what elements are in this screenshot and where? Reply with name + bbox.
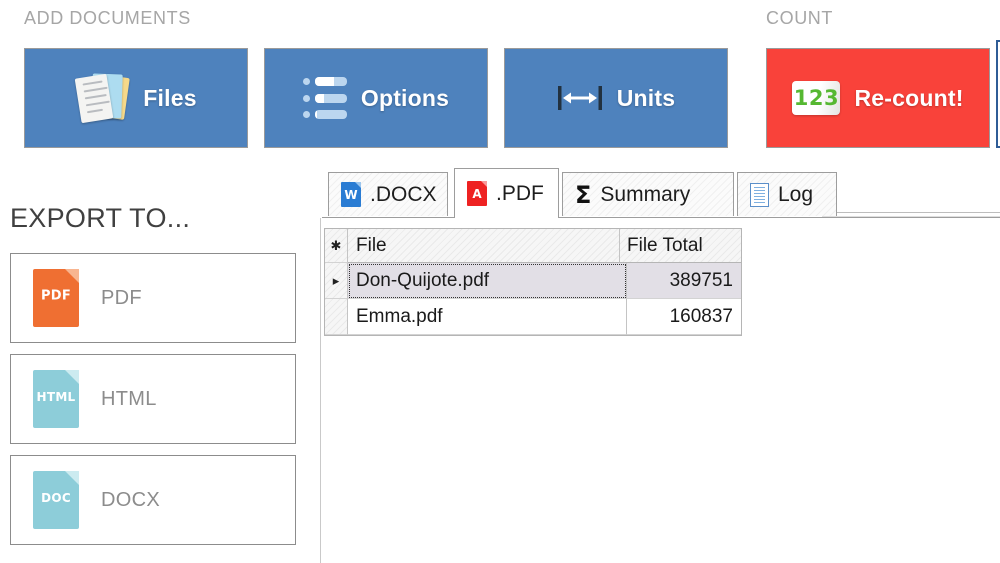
re-count-button[interactable]: 123 Re-count! — [766, 48, 990, 148]
word-document-icon: W — [341, 182, 361, 207]
sidebar-divider — [320, 218, 321, 563]
pdf-file-icon-tag: PDF — [40, 288, 72, 304]
add-documents-caption: ADD DOCUMENTS — [24, 8, 191, 28]
table-row[interactable]: Emma.pdf 160837 — [325, 299, 741, 335]
pdf-results-grid[interactable]: ✱ File File Total ▸ Don-Quijote.pdf 3897… — [324, 228, 742, 336]
tab-summary[interactable]: Σ Summary — [562, 172, 734, 216]
stacked-files-icon — [74, 69, 131, 127]
grid-column-header-file[interactable]: File — [348, 229, 620, 263]
docx-file-icon: DOC — [33, 471, 79, 529]
docx-file-icon-tag: DOC — [41, 490, 71, 505]
123-icon: 123 — [792, 81, 841, 115]
tab-docx-label: .DOCX — [370, 182, 437, 206]
tab-pdf[interactable]: A .PDF — [454, 168, 559, 218]
grid-current-row-marker: ▸ — [325, 263, 348, 299]
results-tabstrip: W .DOCX A .PDF Σ Summary Log — [322, 168, 1000, 218]
re-count-button-label: Re-count! — [854, 84, 964, 111]
grid-cell-file[interactable]: Don-Quijote.pdf — [348, 263, 627, 299]
tab-docx[interactable]: W .DOCX — [328, 172, 448, 216]
tab-log[interactable]: Log — [737, 172, 837, 216]
pdf-document-icon: A — [467, 181, 487, 206]
export-docx-button[interactable]: DOC DOCX — [10, 455, 296, 545]
count-caption: COUNT — [766, 8, 833, 28]
grid-cell-file[interactable]: Emma.pdf — [348, 299, 627, 335]
export-pdf-label: PDF — [101, 286, 142, 309]
grid-header-row: ✱ File File Total — [325, 229, 741, 263]
table-row[interactable]: ▸ Don-Quijote.pdf 389751 — [325, 263, 741, 299]
grid-cell-file-total[interactable]: 389751 — [627, 263, 741, 299]
bullet-list-icon — [302, 77, 347, 119]
options-button-label: Options — [360, 84, 450, 111]
tab-body-top-border — [322, 217, 1000, 218]
export-to-title: EXPORT TO... — [10, 203, 191, 233]
grid-new-row-marker: ✱ — [325, 229, 348, 263]
export-docx-label: DOCX — [101, 488, 160, 511]
tab-summary-label: Summary — [600, 182, 691, 206]
horizontal-arrows-icon — [557, 83, 603, 113]
grid-cell-file-total[interactable]: 160837 — [627, 299, 741, 335]
offscreen-ribbon-button[interactable] — [996, 40, 1000, 148]
html-file-icon-tag: HTML — [36, 389, 76, 404]
grid-row-marker — [325, 299, 348, 335]
units-button[interactable]: Units — [504, 48, 728, 148]
units-button-label: Units — [616, 84, 676, 111]
files-button-label: Files — [143, 84, 197, 111]
files-button[interactable]: Files — [24, 48, 248, 148]
options-button[interactable]: Options — [264, 48, 488, 148]
export-html-label: HTML — [101, 387, 157, 410]
tab-log-label: Log — [778, 182, 814, 206]
pdf-file-icon: PDF — [33, 269, 79, 327]
export-pdf-button[interactable]: PDF PDF — [10, 253, 296, 343]
export-html-button[interactable]: HTML HTML — [10, 354, 296, 444]
grid-column-header-file-total[interactable]: File Total — [620, 229, 741, 263]
tab-pdf-label: .PDF — [496, 181, 544, 205]
html-file-icon: HTML — [33, 370, 79, 428]
sigma-icon: Σ — [575, 180, 592, 209]
log-document-icon — [750, 182, 769, 207]
